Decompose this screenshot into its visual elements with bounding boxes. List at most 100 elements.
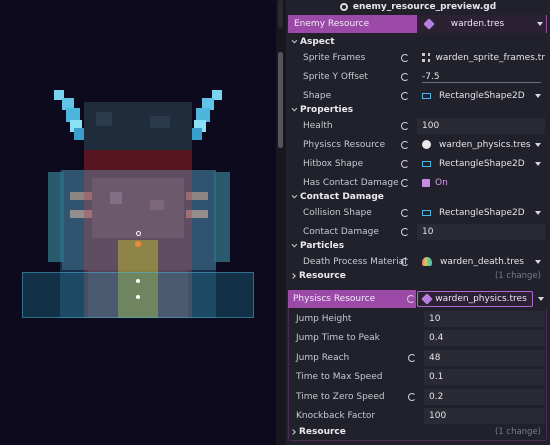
revert-icon[interactable] bbox=[398, 116, 412, 135]
prop-label: Contact Damage bbox=[303, 226, 379, 237]
particle-material-icon bbox=[422, 257, 432, 266]
physics-prop-row[interactable]: Jump Time to Peak 0.4 bbox=[288, 329, 547, 348]
chevron-right-icon bbox=[290, 273, 296, 279]
chevron-down-icon[interactable] bbox=[535, 93, 541, 98]
sprite-frames-value[interactable]: warden_sprite_frames.tr bbox=[417, 50, 545, 66]
prop-label: Sprite Frames bbox=[303, 52, 366, 63]
revert-icon[interactable] bbox=[398, 67, 412, 86]
prop-health[interactable]: Health 100 bbox=[288, 116, 547, 135]
physics-resource-label: Physiscs Resource bbox=[288, 290, 416, 308]
revert-icon[interactable] bbox=[407, 295, 415, 303]
physics-resource-row[interactable]: Physiscs Resource warden_physics.tres bbox=[288, 290, 547, 308]
prop-sprite-y-offset[interactable]: Sprite Y Offset -7.5 bbox=[288, 67, 547, 86]
chevron-down-icon[interactable] bbox=[535, 259, 541, 264]
physics-prop-row[interactable]: Jump Reach 48 bbox=[288, 348, 547, 367]
physics-prop-input[interactable]: 48 bbox=[424, 349, 545, 366]
enemy-resource-label: Enemy Resource bbox=[289, 15, 417, 33]
sprite-y-offset-input[interactable]: -7.5 bbox=[417, 69, 545, 85]
physics-resource-label-text: Physiscs Resource bbox=[293, 294, 376, 304]
health-input[interactable]: 100 bbox=[417, 117, 545, 134]
has-contact-damage-toggle[interactable]: On bbox=[417, 175, 545, 191]
prop-label: Jump Reach bbox=[296, 352, 350, 363]
revert-icon bbox=[405, 309, 419, 328]
section-contact-damage[interactable]: Contact Damage bbox=[288, 190, 547, 204]
health-text: 100 bbox=[422, 120, 440, 131]
physics-prop-input[interactable]: 10 bbox=[424, 310, 545, 327]
prop-collision-shape[interactable]: Collision Shape RectangleShape2D bbox=[288, 203, 547, 222]
prop-label: Health bbox=[303, 120, 333, 131]
physics-prop-row[interactable]: Knockback Factor 100 bbox=[288, 407, 547, 426]
prop-label: Has Contact Damage bbox=[303, 177, 399, 188]
enemy-resource-row[interactable]: Enemy Resource warden.tres bbox=[288, 15, 547, 33]
revert-icon[interactable] bbox=[398, 154, 412, 173]
revert-icon[interactable] bbox=[398, 135, 412, 154]
section-particles[interactable]: Particles bbox=[288, 239, 547, 253]
physics-prop-row[interactable]: Time to Max Speed 0.1 bbox=[288, 368, 547, 387]
rectangle-shape-icon bbox=[422, 209, 431, 216]
physics-icon bbox=[422, 140, 431, 149]
death-material-text: warden_death.tres bbox=[440, 256, 524, 267]
sprite-arm-right bbox=[214, 172, 230, 262]
origin-gizmo[interactable] bbox=[136, 231, 141, 236]
collision-shape-picker[interactable]: RectangleShape2D bbox=[417, 205, 545, 221]
revert-icon[interactable] bbox=[405, 387, 419, 406]
physics-prop-input[interactable]: 100 bbox=[424, 408, 545, 424]
section-physics-resource[interactable]: Resource (1 change) bbox=[288, 425, 547, 439]
physics-prop-value: 100 bbox=[429, 411, 447, 421]
chevron-down-icon[interactable] bbox=[535, 161, 541, 166]
physics-resource-picker[interactable]: warden_physics.tres bbox=[417, 137, 545, 153]
prop-label: Death Process Material bbox=[303, 256, 407, 267]
prop-label: Jump Time to Peak bbox=[296, 333, 380, 343]
section-aspect[interactable]: Aspect bbox=[288, 35, 547, 49]
physics-prop-row[interactable]: Jump Height 10 bbox=[288, 309, 547, 328]
section-resource[interactable]: Resource (1 change) bbox=[288, 269, 547, 283]
shape-picker[interactable]: RectangleShape2D bbox=[417, 88, 545, 104]
death-material-picker[interactable]: warden_death.tres bbox=[417, 254, 545, 270]
revert-icon[interactable] bbox=[398, 203, 412, 222]
contact-damage-text: 10 bbox=[422, 226, 434, 237]
checkbox-icon[interactable] bbox=[422, 178, 430, 187]
cube-resource-icon bbox=[423, 18, 435, 30]
chevron-down-icon[interactable] bbox=[537, 22, 543, 26]
section-particles-label: Particles bbox=[300, 241, 345, 251]
chevron-right-icon bbox=[290, 429, 296, 435]
hitbox-shape-picker[interactable]: RectangleShape2D bbox=[417, 156, 545, 172]
prop-sprite-frames[interactable]: Sprite Frames warden_sprite_frames.tr bbox=[288, 48, 547, 67]
prop-hitbox-shape[interactable]: Hitbox Shape RectangleShape2D bbox=[288, 154, 547, 173]
file-title-label: enemy_resource_preview.gd bbox=[352, 2, 497, 12]
physics-resource-value[interactable]: warden_physics.tres bbox=[417, 291, 533, 307]
prop-label: Physiscs Resource bbox=[303, 139, 386, 150]
prop-label: Hitbox Shape bbox=[303, 158, 364, 169]
physics-prop-input[interactable]: 0.4 bbox=[424, 330, 545, 346]
sprite-horn-left-base bbox=[74, 128, 84, 140]
contact-damage-input[interactable]: 10 bbox=[417, 223, 545, 240]
chevron-down-icon[interactable] bbox=[535, 210, 541, 215]
revert-icon[interactable] bbox=[398, 48, 412, 67]
prop-label: Time to Zero Speed bbox=[296, 391, 385, 402]
gear-icon bbox=[339, 3, 348, 11]
physics-prop-value: 48 bbox=[429, 352, 441, 363]
inspector-file-title: enemy_resource_preview.gd bbox=[286, 0, 550, 14]
chevron-down-icon[interactable] bbox=[535, 142, 541, 147]
collision-shape-handle[interactable] bbox=[136, 279, 140, 283]
revert-icon[interactable] bbox=[405, 348, 419, 367]
prop-physics-resource[interactable]: Physiscs Resource warden_physics.tres bbox=[288, 135, 547, 154]
scene-viewport[interactable] bbox=[0, 0, 276, 445]
physics-prop-input[interactable]: 0.1 bbox=[424, 369, 545, 385]
physics-prop-row[interactable]: Time to Zero Speed 0.2 bbox=[288, 387, 547, 406]
value-slider[interactable] bbox=[422, 81, 541, 83]
revert-icon bbox=[405, 407, 419, 426]
chevron-down-icon bbox=[291, 192, 298, 199]
physics-prop-input[interactable]: 0.2 bbox=[424, 388, 545, 405]
enemy-resource-value[interactable]: warden.tres bbox=[423, 16, 532, 32]
chevron-down-icon[interactable] bbox=[538, 297, 544, 301]
physics-resource-picker[interactable]: warden_physics.tres bbox=[407, 290, 547, 308]
shape-text: RectangleShape2D bbox=[439, 90, 525, 101]
collision-shape-handle[interactable] bbox=[136, 295, 140, 299]
sprite-head-detail bbox=[150, 116, 170, 128]
viewport-scrollbar[interactable] bbox=[276, 0, 286, 445]
scrollbar-track bbox=[278, 0, 283, 28]
scrollbar-thumb[interactable] bbox=[278, 52, 283, 148]
enemy-resource-picker[interactable]: warden.tres bbox=[417, 15, 546, 33]
section-properties[interactable]: Properties bbox=[288, 103, 547, 117]
